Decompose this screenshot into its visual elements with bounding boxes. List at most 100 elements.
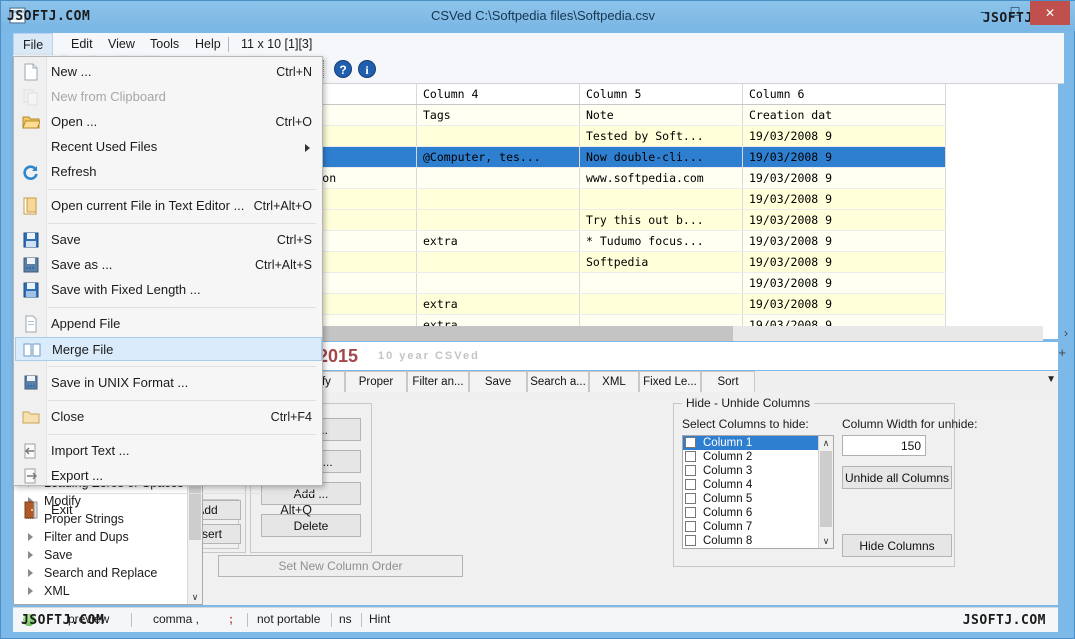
- scroll-right-arrow[interactable]: ›: [1064, 326, 1068, 340]
- table-cell[interactable]: Tags: [416, 104, 580, 126]
- expand-triangle-icon[interactable]: [28, 587, 33, 595]
- table-cell[interactable]: * Tudumo focus...: [579, 230, 743, 252]
- checkbox-icon[interactable]: [685, 521, 696, 532]
- hide-columns-button[interactable]: Hide Columns: [842, 534, 952, 557]
- list-item[interactable]: Column 5: [683, 492, 820, 506]
- table-cell[interactable]: 19/03/2008 9: [742, 209, 946, 231]
- file-menu-item-merge-file[interactable]: Merge File: [15, 337, 322, 361]
- tab-overflow-chevron-icon[interactable]: ▼: [1046, 374, 1056, 385]
- checkbox-icon[interactable]: [685, 479, 696, 490]
- list-item[interactable]: Column 7: [683, 520, 820, 534]
- table-cell[interactable]: Creation dat: [742, 104, 946, 126]
- maximize-button[interactable]: ☐: [1000, 1, 1030, 23]
- list-item[interactable]: Column 1: [683, 436, 820, 450]
- tree-scrollbar[interactable]: ∨: [187, 478, 202, 604]
- expand-triangle-icon[interactable]: [28, 551, 33, 559]
- unhide-all-columns-button[interactable]: Unhide all Columns: [842, 466, 952, 489]
- table-cell[interactable]: [416, 188, 580, 210]
- table-cell[interactable]: [416, 209, 580, 231]
- file-menu-item-append-file[interactable]: Append File: [15, 312, 322, 336]
- options-tree[interactable]: Leading Zeros or SpacesModifyProper Stri…: [13, 477, 203, 605]
- tab-filter-an[interactable]: Filter an...: [407, 371, 469, 392]
- table-cell[interactable]: extra: [416, 230, 580, 252]
- checkbox-icon[interactable]: [685, 507, 696, 518]
- grid-header-cell[interactable]: Column 4: [416, 84, 580, 105]
- list-item[interactable]: Column 2: [683, 450, 820, 464]
- tree-item[interactable]: Search and Replace: [14, 564, 190, 582]
- expand-triangle-icon[interactable]: [28, 533, 33, 541]
- tab-fixed-le[interactable]: Fixed Le...: [639, 371, 701, 392]
- tree-item[interactable]: XML: [14, 582, 190, 600]
- list-item[interactable]: Column 3: [683, 464, 820, 478]
- tree-item[interactable]: Save: [14, 546, 190, 564]
- listbox-scroll-up[interactable]: ∧: [819, 436, 833, 450]
- checkbox-icon[interactable]: [685, 437, 696, 448]
- grid-header-cell[interactable]: Column 6: [742, 84, 946, 105]
- table-cell[interactable]: [416, 125, 580, 147]
- table-cell[interactable]: Try this out b...: [579, 209, 743, 231]
- table-cell[interactable]: [579, 188, 743, 210]
- menu-file[interactable]: File: [13, 33, 54, 56]
- file-menu-item-new[interactable]: New ... Ctrl+N: [15, 60, 322, 84]
- expand-triangle-icon[interactable]: [28, 569, 33, 577]
- tab-search-a[interactable]: Search a...: [527, 371, 589, 392]
- table-cell[interactable]: extra: [416, 293, 580, 315]
- listbox-scrollbar[interactable]: ∧ ∨: [818, 436, 833, 548]
- tab-xml[interactable]: XML: [589, 371, 639, 392]
- checkbox-icon[interactable]: [685, 493, 696, 504]
- file-menu-item-new-from-clipboard[interactable]: New from Clipboard: [15, 85, 322, 109]
- table-cell[interactable]: [579, 293, 743, 315]
- close-button[interactable]: ✕: [1030, 1, 1070, 25]
- column-width-input[interactable]: 150: [842, 435, 926, 456]
- table-cell[interactable]: 19/03/2008 9: [742, 188, 946, 210]
- file-menu-popup[interactable]: New ... Ctrl+N New from Clipboard Open ... C…: [13, 56, 323, 519]
- table-cell[interactable]: 19/03/2008 9: [742, 146, 946, 168]
- checkbox-icon[interactable]: [685, 465, 696, 476]
- table-cell[interactable]: Now double-cli...: [579, 146, 743, 168]
- table-cell[interactable]: 19/03/2008 9: [742, 167, 946, 189]
- tree-scroll-down[interactable]: ∨: [188, 590, 202, 604]
- table-cell[interactable]: [416, 272, 580, 294]
- file-menu-item-save[interactable]: Save Ctrl+S: [15, 228, 322, 252]
- file-menu-item-save-as[interactable]: Save as ... Ctrl+Alt+S: [15, 253, 322, 277]
- file-menu-item-save-in-unix-format[interactable]: Save in UNIX Format ...: [15, 371, 322, 395]
- table-cell[interactable]: 19/03/2008 9: [742, 272, 946, 294]
- list-item[interactable]: Column 8: [683, 534, 820, 548]
- file-menu-item-save-with-fixed-length[interactable]: Save with Fixed Length ...: [15, 278, 322, 302]
- minimize-button[interactable]: ─: [970, 1, 1000, 23]
- listbox-scroll-down[interactable]: ∨: [819, 534, 833, 548]
- grid-header-cell[interactable]: Column 5: [579, 84, 743, 105]
- file-menu-item-open[interactable]: Open ... Ctrl+O: [15, 110, 322, 134]
- table-cell[interactable]: @Computer, tes...: [416, 146, 580, 168]
- file-menu-item-recent-used-files[interactable]: Recent Used Files: [15, 135, 322, 159]
- table-cell[interactable]: 19/03/2008 9: [742, 251, 946, 273]
- list-item[interactable]: Column 6: [683, 506, 820, 520]
- add-row-plus-icon[interactable]: +: [1058, 345, 1066, 360]
- file-menu-item-import-text[interactable]: Import Text ...: [15, 439, 322, 463]
- list-item[interactable]: Column 4: [683, 478, 820, 492]
- tab-save[interactable]: Save: [469, 371, 527, 392]
- file-menu-item-refresh[interactable]: Refresh: [15, 160, 322, 184]
- tree-item[interactable]: Filter and Dups: [14, 528, 190, 546]
- tab-proper[interactable]: Proper: [345, 371, 407, 392]
- table-cell[interactable]: Softpedia: [579, 251, 743, 273]
- file-menu-item-exit[interactable]: Exit Alt+Q: [15, 498, 322, 522]
- info-icon[interactable]: i: [357, 59, 377, 79]
- table-cell[interactable]: 19/03/2008 9: [742, 293, 946, 315]
- file-menu-item-export[interactable]: Export ...: [15, 464, 322, 488]
- set-new-column-order-button[interactable]: Set New Column Order: [218, 555, 463, 577]
- table-cell[interactable]: 19/03/2008 9: [742, 230, 946, 252]
- file-menu-item-close[interactable]: Close Ctrl+F4: [15, 405, 322, 429]
- file-menu-item-open-current-file-in-text-editor[interactable]: Open current File in Text Editor ... Ctrl…: [15, 194, 322, 218]
- table-cell[interactable]: [579, 272, 743, 294]
- list-item[interactable]: Column 9: [683, 548, 820, 549]
- tab-sort[interactable]: Sort: [701, 371, 755, 392]
- table-cell[interactable]: [416, 167, 580, 189]
- table-cell[interactable]: [416, 251, 580, 273]
- checkbox-icon[interactable]: [685, 451, 696, 462]
- table-cell[interactable]: Tested by Soft...: [579, 125, 743, 147]
- table-cell[interactable]: www.softpedia.com: [579, 167, 743, 189]
- columns-listbox[interactable]: Column 1 Column 2 Column 3 Column 4 Column 5…: [682, 435, 834, 549]
- table-cell[interactable]: Note: [579, 104, 743, 126]
- table-cell[interactable]: 19/03/2008 9: [742, 125, 946, 147]
